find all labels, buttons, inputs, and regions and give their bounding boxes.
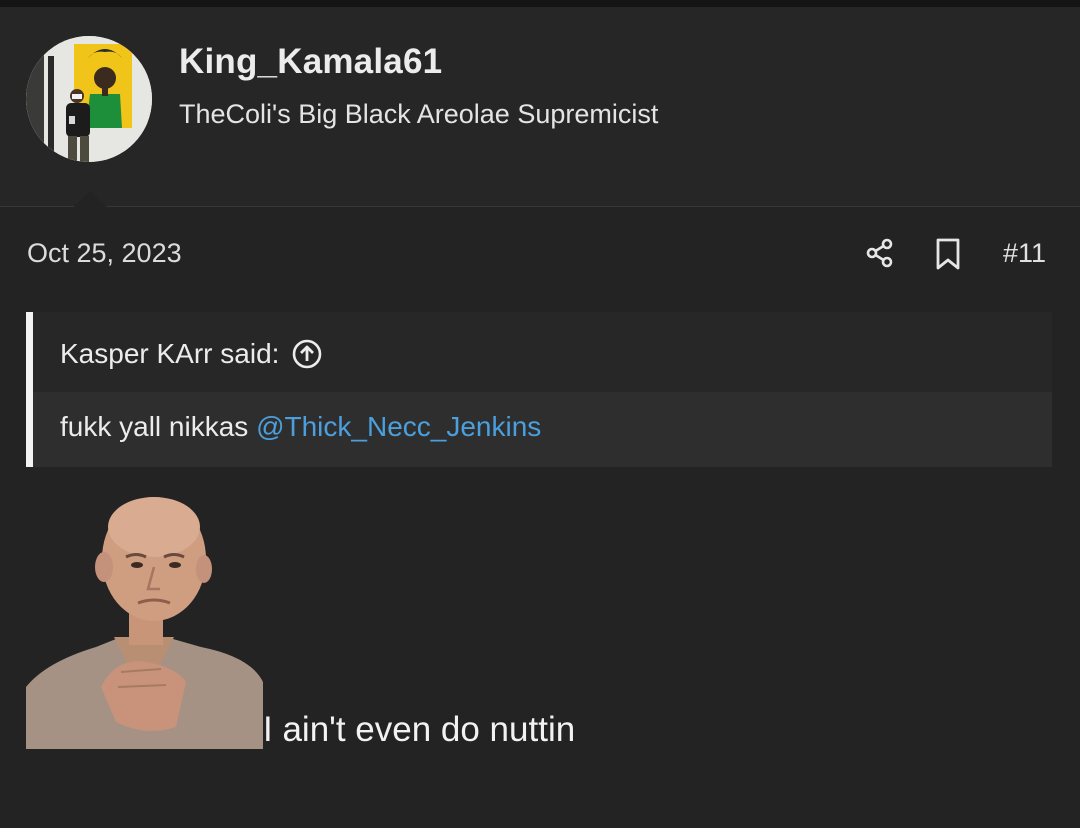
avatar-image [26, 36, 152, 162]
arrow-up-circle-icon[interactable] [291, 338, 323, 370]
quote-message: fukk yall nikkas [60, 411, 249, 442]
header-pointer [66, 191, 114, 214]
post-body-text: I ain't even do nuttin [263, 710, 576, 749]
post-date[interactable]: Oct 25, 2023 [27, 238, 182, 269]
quote-author[interactable]: Kasper KArr said: [60, 338, 279, 370]
reaction-image [26, 497, 263, 749]
quote-bar [26, 312, 33, 467]
post-author-header: King_Kamala61 TheColi's Big Black Areola… [0, 7, 1080, 214]
user-mention-link[interactable]: @Thick_Necc_Jenkins [256, 411, 541, 442]
quote-attribution[interactable]: Kasper KArr said: [60, 334, 323, 374]
quote-block: Kasper KArr said: fukk yall nikkas @Thic… [26, 312, 1052, 467]
bookmark-icon[interactable] [932, 237, 964, 271]
top-status-bar [0, 0, 1080, 7]
share-icon[interactable] [864, 237, 896, 269]
user-title: TheColi's Big Black Areolae Supremicist [179, 99, 659, 129]
avatar[interactable] [26, 36, 152, 162]
quote-text: fukk yall nikkas @Thick_Necc_Jenkins [60, 411, 541, 443]
username[interactable]: King_Kamala61 [179, 42, 442, 82]
quote-body: fukk yall nikkas @Thick_Necc_Jenkins [33, 392, 1052, 467]
post-number-link[interactable]: #11 [1003, 238, 1046, 269]
